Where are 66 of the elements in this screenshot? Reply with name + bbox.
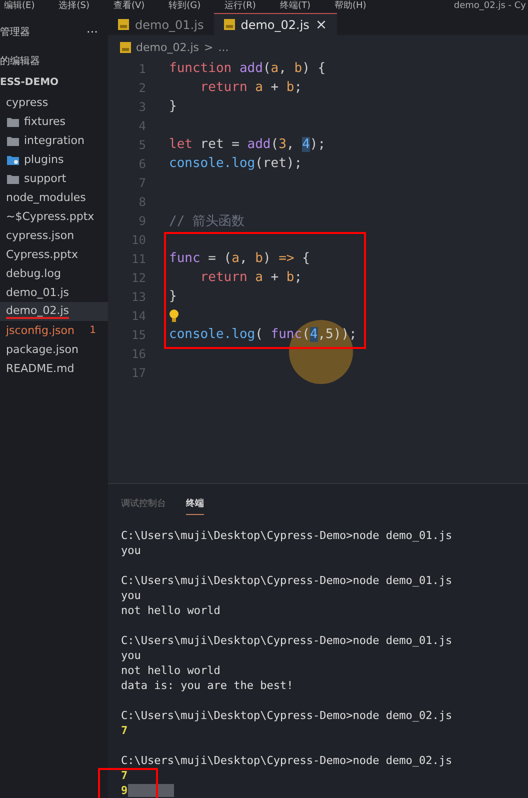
file-tree-item[interactable]: fixtures (0, 112, 108, 131)
file-tree-item[interactable]: README.md (0, 359, 108, 378)
file-tree-item[interactable]: package.json (0, 340, 108, 359)
problem-count: 1 (90, 325, 97, 336)
terminal-line: you (121, 649, 141, 662)
section-header[interactable]: ESS-DEMO (0, 77, 59, 88)
terminal-line: C:\Users\muji\Desktop\Cypress-Demo>node demo_01.js (121, 574, 452, 587)
terminal-line: C:\Users\muji\Desktop\Cypress-Demo>node demo_02.js (121, 754, 452, 767)
window-title: demo_02.js - Cy (454, 1, 527, 12)
section-header[interactable]: 的编辑器 (0, 54, 40, 68)
terminal-line: you (121, 544, 141, 557)
code-line: func = (a, b) => { (169, 251, 310, 266)
highlight-box (98, 768, 158, 798)
folder-icon (7, 174, 19, 184)
file-tree-item[interactable]: plugins (0, 150, 108, 169)
breadcrumb-item[interactable]: ... (218, 40, 229, 54)
panel-tab[interactable]: 终端 (186, 493, 204, 515)
folder-icon (7, 154, 19, 164)
code-line: function add(a, b) { (169, 61, 326, 76)
terminal-line: 7 (121, 724, 128, 737)
file-tree-item[interactable]: integration (0, 131, 108, 150)
code-line: return a + b; (199, 270, 302, 285)
breadcrumb-item[interactable]: demo_02.js (136, 40, 199, 54)
file-tree-item[interactable]: Cypress.pptx (0, 245, 108, 264)
editor-tab[interactable]: demo_02.js × (214, 13, 338, 35)
lightbulb-icon[interactable] (169, 308, 179, 322)
file-tree-item[interactable]: support (0, 169, 108, 188)
terminal-line: C:\Users\muji\Desktop\Cypress-Demo>node demo_01.js (121, 634, 452, 647)
menu-item[interactable]: 选择(S) (58, 1, 90, 12)
terminal-line: not hello world (121, 664, 220, 677)
folder-icon (7, 136, 19, 146)
menu-item[interactable]: 转到(G) (168, 1, 201, 12)
file-tree-item[interactable]: jsconfig.json 1 (0, 321, 108, 340)
code-line: console.log(ret); (169, 156, 302, 171)
js-file-icon (120, 42, 131, 52)
menu-item[interactable]: 查看(V) (113, 1, 145, 12)
file-tree-item[interactable]: ~$Cypress.pptx (0, 207, 108, 226)
terminal-line: data is: you are the best! (121, 679, 294, 692)
breadcrumb-separator: > (204, 40, 214, 54)
code-line: console.log( func(4,5)); (169, 327, 357, 342)
file-tree-item[interactable]: cypress (0, 93, 108, 112)
panel-title: 管理器 (0, 26, 30, 38)
code-line: } (169, 99, 177, 114)
menu-item[interactable]: 运行(R) (224, 1, 256, 12)
file-tree-item[interactable]: demo_02.js (0, 302, 108, 321)
code-line: // 箭头函数 (169, 212, 244, 230)
more-button[interactable]: ··· (86, 24, 98, 38)
folder-icon (7, 116, 19, 126)
code-line: let ret = add(3, 4); (169, 137, 326, 152)
file-tree-item[interactable]: node_modules (0, 188, 108, 207)
file-tree-item[interactable]: debug.log (0, 264, 108, 283)
menu-item[interactable]: 终端(T) (280, 1, 310, 12)
code-line: return a + b; (199, 80, 302, 95)
file-tree-item[interactable]: demo_01.js (0, 283, 108, 302)
terminal-line: you (121, 589, 141, 602)
panel-tab[interactable]: 调试控制台 (121, 493, 166, 515)
file-tree-item[interactable]: cypress.json (0, 226, 108, 245)
terminal-line: C:\Users\muji\Desktop\Cypress-Demo>node demo_02.js (121, 709, 452, 722)
terminal-line: not hello world (121, 604, 220, 617)
terminal-line: 9 (121, 784, 128, 797)
code-line: } (169, 289, 177, 304)
terminal-line: 7 (121, 769, 128, 782)
terminal-line: C:\Users\muji\Desktop\Cypress-Demo>node demo_01.js (121, 529, 452, 542)
menu-item[interactable]: 编辑(E) (4, 1, 35, 12)
menu-item[interactable]: 帮助(H) (334, 1, 366, 12)
close-icon[interactable]: × (315, 16, 328, 32)
